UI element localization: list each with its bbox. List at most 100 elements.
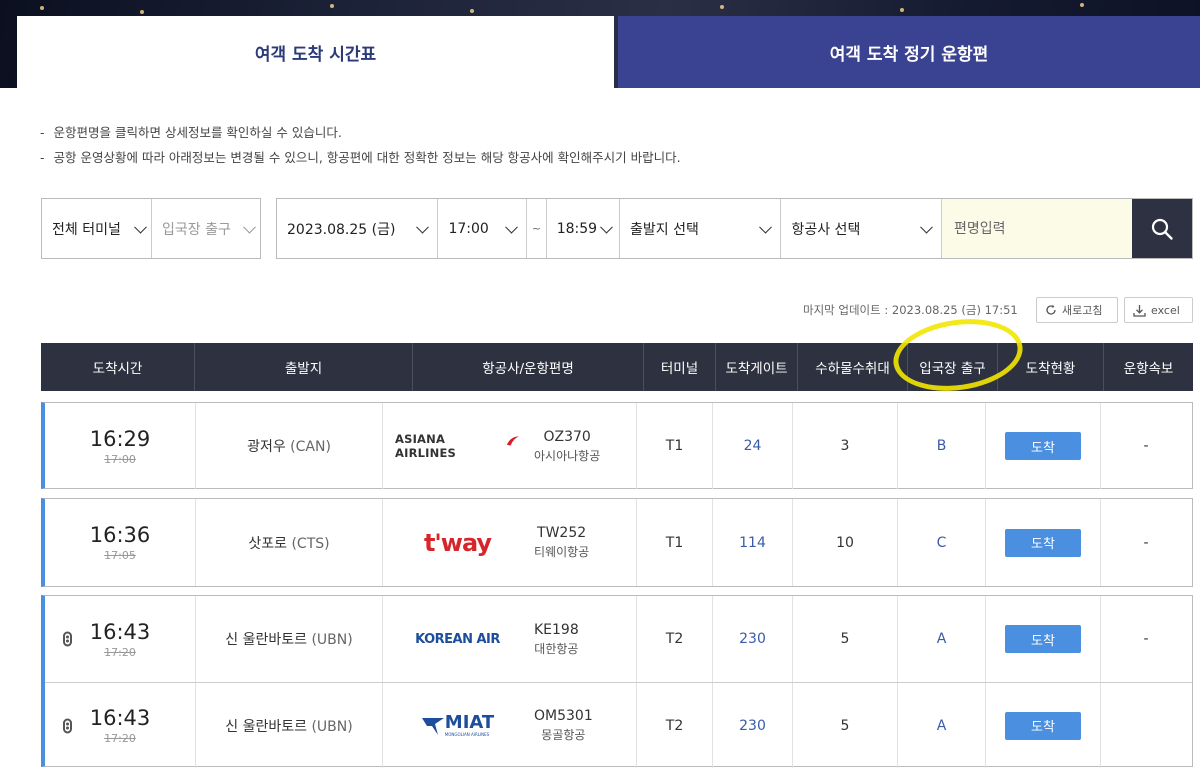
chevron-down-icon: [416, 220, 430, 234]
terminal-select[interactable]: 전체 터미널: [42, 199, 152, 258]
arrival-time: 16:36: [89, 523, 151, 547]
flight-number: KE198: [534, 621, 579, 638]
time-from-select[interactable]: 17:00: [438, 199, 528, 258]
date-select[interactable]: 2023.08.25 (금): [277, 199, 439, 258]
gate-cell: 114: [713, 499, 793, 586]
origin-select[interactable]: 출발지 선택: [620, 199, 782, 258]
time-to-value: 18:59: [556, 220, 598, 237]
arrival-time-cell: 16:43 17:20: [45, 596, 196, 682]
flight-link[interactable]: OM5301 몽골항공: [534, 708, 593, 743]
origin-name: 신 울란바토르: [225, 718, 308, 735]
airline-select-value: 항공사 선택: [791, 221, 861, 238]
notice-item: 공항 운영상황에 따라 아래정보는 변경될 수 있으니, 항공편에 대한 정확한…: [40, 145, 681, 170]
flight-number: OZ370: [543, 428, 591, 445]
excel-label: excel: [1151, 303, 1180, 317]
origin-code: (UBN): [311, 718, 353, 735]
origin-cell: 신 울란바토르 (UBN): [196, 596, 383, 682]
time-from-value: 17:00: [448, 220, 489, 237]
exit-cell: A: [898, 596, 986, 682]
arrival-time: 16:29: [89, 426, 151, 451]
airline-name: 몽골항공: [541, 728, 586, 742]
carousel-cell: 3: [793, 403, 898, 489]
tab-arrival-timetable[interactable]: 여객 도착 시간표: [17, 16, 614, 88]
status-button[interactable]: 도착: [1005, 528, 1081, 557]
terminal-cell: T2: [637, 596, 713, 682]
column-header: 출발지: [195, 343, 413, 391]
column-header: 도착시간: [41, 343, 195, 391]
origin-cell: 삿포로 (CTS): [196, 499, 383, 586]
date-select-value: 2023.08.25 (금): [287, 221, 396, 238]
airline-cell: MIAT MONGOLIAN AIRLINES OM5301 몽골항공: [383, 683, 637, 768]
column-header: 도착게이트: [716, 343, 798, 391]
airline-cell: ASIANA AIRLINES OZ370 아시아나항공: [383, 403, 637, 489]
exit-cell: B: [898, 403, 986, 489]
status-cell: 도착: [986, 683, 1101, 768]
notice-cell: -: [1143, 631, 1149, 647]
terminal-filter-group: 전체 터미널 입국장 출구: [41, 198, 261, 259]
arrival-time-cell: 16:29 17:00: [45, 403, 196, 489]
column-header: 도착현황: [998, 343, 1104, 391]
origin-cell: 신 울란바토르 (UBN): [196, 683, 383, 768]
terminal-cell: T2: [637, 683, 713, 768]
airline-name: 티웨이항공: [534, 545, 590, 559]
status-cell: 도착: [986, 596, 1101, 682]
korean-air-logo: KOREAN AIR: [415, 631, 500, 647]
status-button[interactable]: 도착: [1005, 432, 1081, 460]
miat-logo: MIAT MONGOLIAN AIRLINES: [395, 714, 520, 737]
column-header: 항공사/운항편명: [413, 343, 644, 391]
notice-list: 운항편명을 클릭하면 상세정보를 확인하실 수 있습니다. 공항 운영상황에 따…: [40, 120, 681, 170]
airline-select[interactable]: 항공사 선택: [781, 199, 942, 258]
chevron-down-icon: [505, 220, 519, 234]
flight-link[interactable]: OZ370 아시아나항공: [534, 429, 600, 464]
column-header: 운항속보: [1123, 361, 1174, 377]
search-button[interactable]: [1131, 199, 1193, 258]
origin-code: (UBN): [311, 632, 353, 648]
tab-regular-arrivals[interactable]: 여객 도착 정기 운항편: [618, 16, 1200, 88]
notice-cell: -: [1143, 438, 1149, 454]
flight-link[interactable]: KE198 대한항공: [534, 622, 579, 657]
flight-number: TW252: [537, 525, 587, 541]
airline-name: 아시아나항공: [534, 448, 601, 463]
notice-cell: -: [1143, 534, 1149, 551]
notice-cell: [1101, 683, 1191, 768]
terminal-select-value: 전체 터미널: [52, 221, 121, 238]
flight-link[interactable]: TW252 티웨이항공: [534, 525, 589, 560]
arrival-time-cell: 16:36 17:05: [45, 499, 196, 586]
refresh-label: 새로고침: [1062, 304, 1103, 317]
origin-name: 신 울란바토르: [225, 632, 308, 648]
table-row: 16:36 17:05 삿포로 (CTS) t'way TW252 티웨이항공 …: [41, 498, 1193, 587]
download-icon: [1133, 304, 1146, 317]
status-cell: 도착: [986, 499, 1101, 586]
table-row: 16:29 17:00 광저우 (CAN) ASIANA AIRLINES OZ…: [41, 402, 1193, 489]
flight-number: OM5301: [534, 708, 593, 724]
scheduled-time: 17:00: [104, 452, 136, 466]
gate-cell: 230: [713, 683, 793, 768]
origin-code: (CAN): [290, 439, 331, 455]
codeshare-icon: [63, 718, 72, 733]
airline-name: 대한항공: [534, 641, 579, 656]
chevron-down-icon: [134, 220, 147, 234]
scheduled-time: 17:20: [104, 732, 136, 745]
arrival-time: 16:43: [89, 619, 151, 644]
origin-cell: 광저우 (CAN): [196, 403, 383, 489]
origin-name: 광저우: [247, 439, 286, 455]
status-button[interactable]: 도착: [1005, 625, 1081, 653]
search-icon: [1151, 218, 1173, 240]
carousel-cell: 5: [793, 683, 898, 768]
exit-select[interactable]: 입국장 출구: [152, 199, 260, 258]
status-button[interactable]: 도착: [1005, 711, 1081, 740]
gate-cell: 230: [713, 596, 793, 682]
refresh-button[interactable]: 새로고침: [1036, 297, 1118, 323]
refresh-icon: [1046, 304, 1056, 315]
search-filter-group: 2023.08.25 (금) 17:00 ~ 18:59 출발지 선택 항공사 …: [276, 198, 1193, 259]
time-to-select[interactable]: 18:59: [547, 199, 620, 258]
chevron-down-icon: [600, 220, 613, 234]
terminal-cell: T1: [637, 403, 713, 489]
excel-download-button[interactable]: excel: [1124, 297, 1193, 323]
time-range-separator: ~: [527, 199, 547, 258]
flight-number-input[interactable]: [941, 199, 1132, 258]
column-header: 수하물수취대: [798, 343, 908, 391]
scheduled-time: 17:05: [104, 549, 136, 562]
scheduled-time: 17:20: [104, 645, 136, 659]
origin-name: 삿포로: [248, 535, 288, 552]
